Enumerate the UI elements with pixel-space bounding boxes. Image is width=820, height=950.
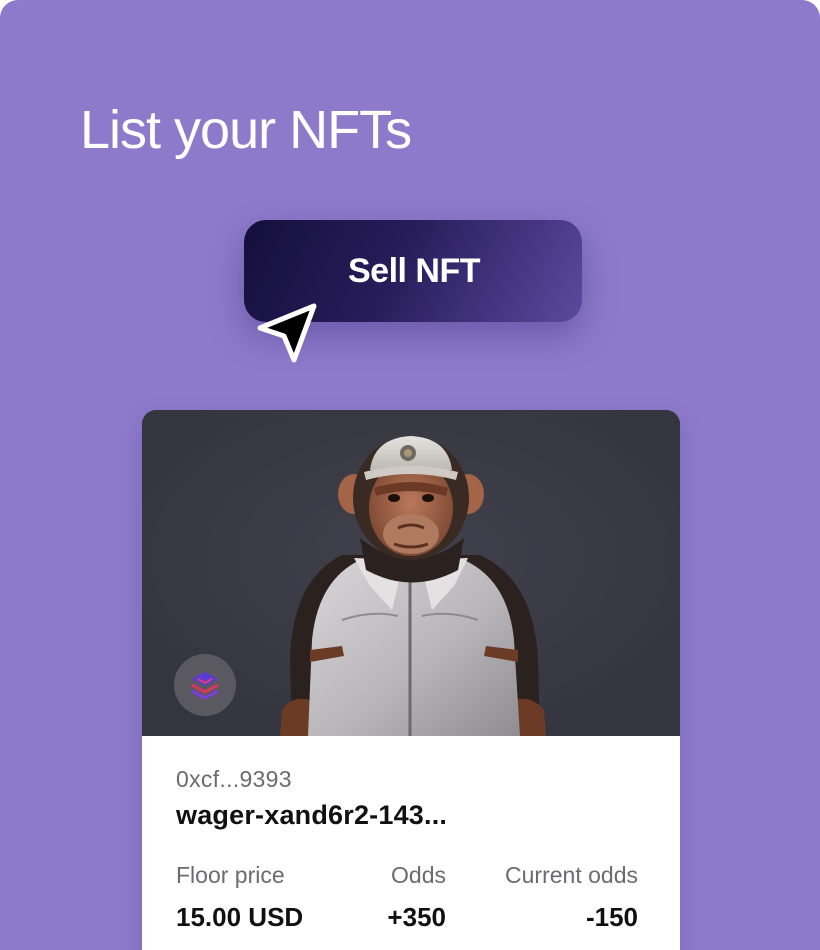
nft-image [142, 410, 680, 736]
stacked-layers-icon [191, 672, 219, 700]
sell-nft-button[interactable]: Sell NFT [244, 220, 582, 322]
sell-nft-button-label: Sell NFT [347, 251, 481, 290]
owner-address: 0xcf...9393 [176, 766, 292, 792]
current-odds-label: Current odds [505, 862, 638, 888]
list-nfts-panel: List your NFTs Sell NFT 0xcf...9393 wage… [0, 0, 820, 950]
odds-value: +350 [387, 902, 446, 932]
page-title: List your NFTs [80, 100, 412, 160]
floor-price-label: Floor price [176, 862, 285, 888]
odds-label: Odds [391, 862, 446, 888]
nft-name: wager-xand6r2-143... [176, 800, 448, 830]
nft-card-info: 0xcf...9393 wager-xand6r2-143... Floor p… [142, 736, 680, 950]
current-odds-value: -150 [585, 902, 638, 932]
floor-price-value: 15.00 USD [176, 902, 304, 932]
nft-card[interactable]: 0xcf...9393 wager-xand6r2-143... Floor p… [142, 410, 680, 950]
collection-badge [174, 654, 236, 716]
